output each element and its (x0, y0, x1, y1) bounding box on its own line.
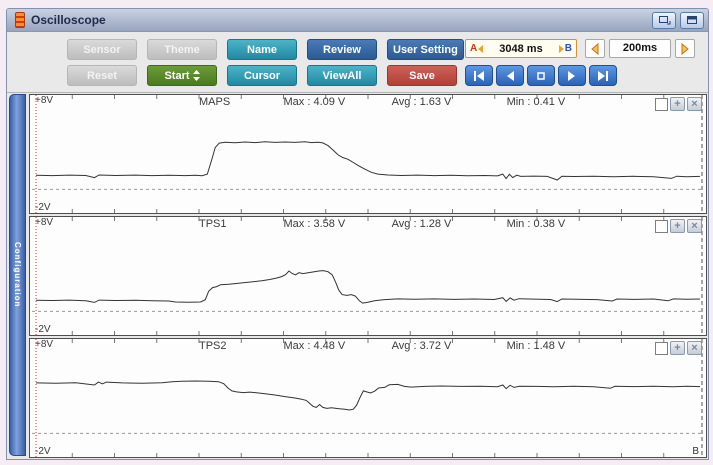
cursor-b-marker-label: B (692, 446, 699, 457)
min-value: Min : 1.48 V (507, 340, 566, 352)
window-menu-icon (686, 15, 698, 25)
min-value: Min : 0.38 V (507, 218, 566, 230)
stop-button[interactable] (527, 65, 555, 86)
tps1-waveform (30, 217, 706, 335)
save-button[interactable]: Save (387, 65, 457, 86)
ab-range-box[interactable]: A 3048 ms B (465, 39, 577, 58)
viewall-button[interactable]: ViewAll (307, 65, 377, 86)
channel-checkbox[interactable] (655, 98, 668, 111)
user-setting-button[interactable]: User Setting (387, 39, 464, 60)
channel-panel-tps2: +8V TPS2 Max : 4.48 V Avg : 3.72 V Min :… (29, 338, 707, 458)
window-menu-button[interactable] (680, 12, 704, 29)
last-frame-button[interactable] (589, 65, 617, 86)
name-button[interactable]: Name (227, 39, 297, 60)
cursor-b-label: B (565, 43, 572, 54)
previous-button[interactable] (496, 65, 524, 86)
ab-range-value: 3048 ms (483, 43, 559, 55)
stop-icon (536, 71, 546, 81)
review-button[interactable]: Review (307, 39, 377, 60)
maps-waveform (30, 95, 706, 213)
avg-value: Avg : 1.28 V (392, 218, 452, 230)
channel-panels: +8V MAPS Max : 4.09 V Avg : 1.63 V Min :… (29, 93, 707, 458)
channel-panel-maps: +8V MAPS Max : 4.09 V Avg : 1.63 V Min :… (29, 94, 707, 214)
zoom-in-button[interactable]: + (670, 219, 685, 233)
start-button[interactable]: Start (147, 65, 217, 86)
start-spinner-icon (193, 70, 200, 81)
top-voltage-label: +8V (35, 339, 53, 350)
previous-icon (505, 71, 515, 81)
window-title: Oscilloscope (31, 13, 652, 27)
app-icon (15, 12, 25, 28)
min-value: Min : 0.41 V (507, 96, 566, 108)
timebase-increase-button[interactable] (675, 39, 695, 58)
reset-button[interactable]: Reset (67, 65, 137, 86)
sensor-button[interactable]: Sensor (67, 39, 137, 60)
close-channel-button[interactable]: × (687, 97, 702, 111)
configuration-tab[interactable]: Configuration (9, 94, 26, 456)
channel-name: MAPS (199, 96, 230, 108)
next-button[interactable] (558, 65, 586, 86)
cursor-b-arrow-icon (559, 45, 564, 53)
channel-checkbox[interactable] (655, 220, 668, 233)
channel-panel-tps1: +8V TPS1 Max : 3.58 V Avg : 1.28 V Min :… (29, 216, 707, 336)
right-arrow-icon (680, 43, 690, 55)
oscilloscope-window: Oscilloscope Sensor Theme Name Review Us… (6, 8, 709, 460)
restore-window-button[interactable] (652, 12, 676, 29)
bottom-voltage-label: -2V (35, 324, 51, 335)
top-voltage-label: +8V (35, 95, 53, 106)
scope-content: Configuration +8V MAPS Max : 4.09 V Avg … (7, 93, 708, 459)
top-voltage-label: +8V (35, 217, 53, 228)
timebase-value: 200ms (609, 39, 671, 58)
channel-name: TPS1 (199, 218, 227, 230)
titlebar: Oscilloscope (7, 9, 708, 32)
tps2-waveform (30, 339, 706, 457)
channel-name: TPS2 (199, 340, 227, 352)
bottom-voltage-label: -2V (35, 446, 51, 457)
left-arrow-icon (590, 43, 600, 55)
next-icon (567, 71, 577, 81)
skip-last-icon (597, 71, 609, 81)
configuration-tab-label: Configuration (13, 242, 22, 307)
restore-window-icon (658, 15, 671, 25)
close-channel-button[interactable]: × (687, 219, 702, 233)
max-value: Max : 4.48 V (284, 340, 346, 352)
cursor-a-label: A (470, 43, 477, 54)
avg-value: Avg : 3.72 V (392, 340, 452, 352)
bottom-voltage-label: -2V (35, 202, 51, 213)
max-value: Max : 4.09 V (284, 96, 346, 108)
first-frame-button[interactable] (465, 65, 493, 86)
avg-value: Avg : 1.63 V (392, 96, 452, 108)
timebase-decrease-button[interactable] (585, 39, 605, 58)
skip-first-icon (473, 71, 485, 81)
start-button-label: Start (164, 66, 189, 86)
playback-controls (465, 65, 617, 86)
cursor-button[interactable]: Cursor (227, 65, 297, 86)
theme-button[interactable]: Theme (147, 39, 217, 60)
channel-checkbox[interactable] (655, 342, 668, 355)
close-channel-button[interactable]: × (687, 341, 702, 355)
zoom-in-button[interactable]: + (670, 341, 685, 355)
toolbar: Sensor Theme Name Review User Setting Re… (7, 32, 708, 93)
max-value: Max : 3.58 V (284, 218, 346, 230)
zoom-in-button[interactable]: + (670, 97, 685, 111)
